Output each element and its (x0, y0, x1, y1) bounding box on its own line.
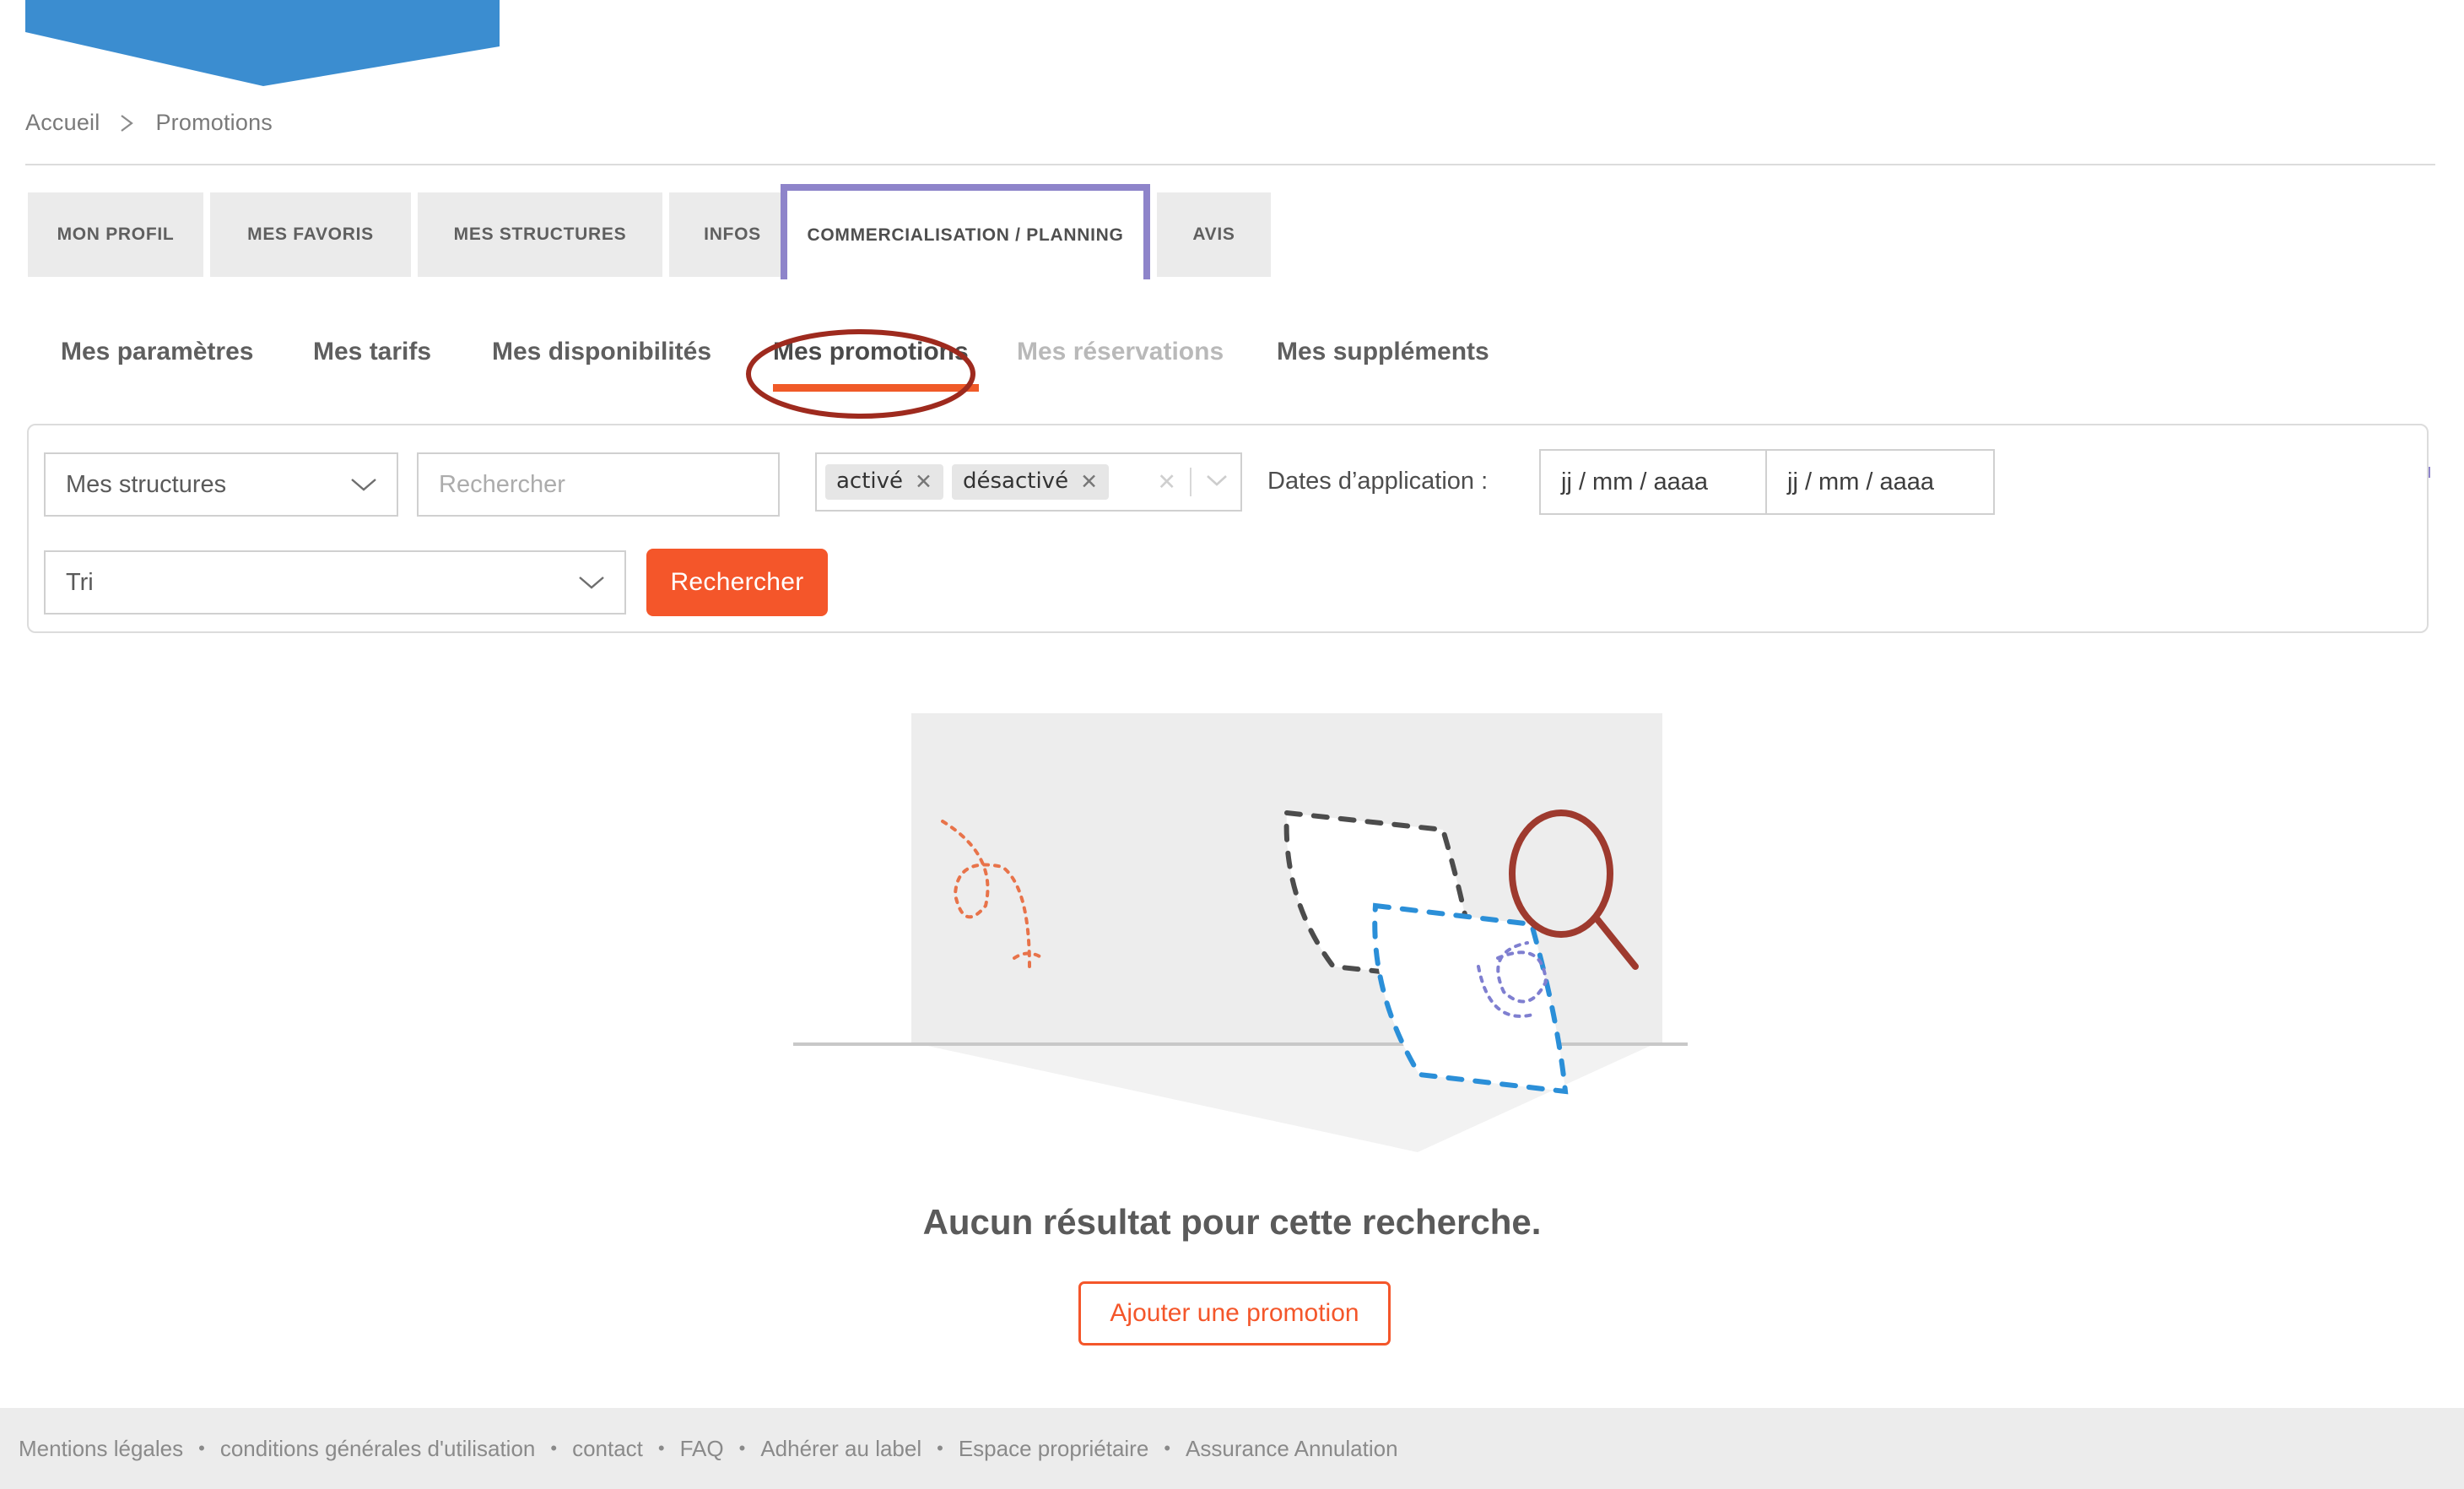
footer-link-contact[interactable]: contact (572, 1436, 643, 1462)
tab-avis[interactable]: AVIS (1157, 192, 1271, 277)
footer-link-faq[interactable]: FAQ (680, 1436, 724, 1462)
date-to-input[interactable]: jj / mm / aaaa (1767, 449, 1995, 515)
date-to-placeholder: jj / mm / aaaa (1787, 468, 1935, 495)
subnav-item-mes-parametres[interactable]: Mes paramètres (61, 338, 253, 366)
chevron-down-icon (577, 574, 606, 591)
search-button[interactable]: Rechercher (646, 549, 828, 616)
subnav-label: Mes paramètres (61, 338, 254, 365)
separator: • (1164, 1438, 1171, 1459)
tab-label: MES STRUCTURES (453, 225, 627, 244)
subnav-item-mes-supplements[interactable]: Mes suppléments (1277, 338, 1489, 366)
status-chip-active[interactable]: activé ✕ (825, 464, 943, 500)
add-promotion-button[interactable]: Ajouter une promotion (1078, 1281, 1391, 1346)
chip-label: activé (836, 468, 904, 494)
tab-infos[interactable]: INFOS (669, 192, 796, 277)
tab-label: AVIS (1192, 225, 1235, 244)
footer-link-assurance-annulation[interactable]: Assurance Annulation (1186, 1436, 1398, 1462)
breadcrumb-item-promotions[interactable]: Promotions (155, 110, 273, 136)
tab-mon-profil[interactable]: MON PROFIL (28, 192, 203, 277)
search-input[interactable]: Rechercher (417, 452, 780, 517)
tab-label: INFOS (704, 225, 761, 244)
page-root: Accueil Promotions MON PROFIL MES FAVORI… (0, 0, 2464, 1489)
sort-select[interactable]: Tri (44, 550, 626, 615)
subnav-label: Mes suppléments (1277, 338, 1489, 365)
no-results-illustration (793, 713, 1688, 1152)
separator: • (738, 1438, 746, 1459)
status-chip-inactive[interactable]: désactivé ✕ (951, 464, 1110, 500)
subnav-item-mes-reservations: Mes réservations (1017, 338, 1224, 366)
separator: • (657, 1438, 665, 1459)
footer-links: Mentions légales • conditions générales … (0, 1436, 1398, 1462)
subnav-label: Mes disponibilités (492, 338, 712, 365)
breadcrumb: Accueil Promotions (25, 110, 273, 136)
multiselect-tools: ✕ (1157, 468, 1229, 496)
search-input-placeholder: Rechercher (439, 470, 565, 498)
separator: • (550, 1438, 558, 1459)
footer-link-espace-proprietaire[interactable]: Espace propriétaire (959, 1436, 1148, 1462)
dates-label: Dates d’application : (1267, 468, 1489, 495)
close-icon[interactable]: ✕ (1080, 471, 1098, 492)
chevron-down-icon (349, 476, 378, 493)
footer-link-mentions-legales[interactable]: Mentions légales (19, 1436, 183, 1462)
subnav-label: Mes réservations (1017, 338, 1224, 365)
status-multiselect[interactable]: activé ✕ désactivé ✕ ✕ (815, 452, 1242, 512)
structures-select-value: Mes structures (66, 470, 227, 498)
sort-select-value: Tri (66, 568, 94, 596)
subnav-item-mes-tarifs[interactable]: Mes tarifs (313, 338, 431, 366)
secondary-nav: Mes paramètres Mes tarifs Mes disponibil… (0, 338, 2464, 414)
tab-mes-structures[interactable]: MES STRUCTURES (418, 192, 662, 277)
footer-link-adherer-au-label[interactable]: Adhérer au label (760, 1436, 921, 1462)
annotation-ellipse-icon (746, 329, 975, 419)
filter-panel: Mes structures Rechercher activé ✕ désac… (27, 424, 2429, 633)
breadcrumb-divider (25, 164, 2435, 165)
tab-label: MON PROFIL (57, 225, 175, 244)
empty-state-title: Aucun résultat pour cette recherche. (922, 1202, 1542, 1242)
chevron-down-icon[interactable] (1205, 473, 1229, 492)
separator: • (198, 1438, 205, 1459)
close-icon[interactable]: ✕ (915, 471, 932, 492)
subnav-item-mes-disponibilites[interactable]: Mes disponibilités (492, 338, 711, 366)
date-from-input[interactable]: jj / mm / aaaa (1539, 449, 1767, 515)
brand-banner (25, 0, 500, 86)
divider (1190, 468, 1191, 496)
tab-commercialisation-planning[interactable]: COMMERCIALISATION / PLANNING (781, 184, 1150, 279)
clear-icon[interactable]: ✕ (1157, 471, 1176, 494)
tab-label: COMMERCIALISATION / PLANNING (807, 225, 1124, 245)
tab-label: MES FAVORIS (247, 225, 374, 244)
primary-tabbar: MON PROFIL MES FAVORIS MES STRUCTURES IN… (0, 184, 2464, 478)
footer: Mentions légales • conditions générales … (0, 1408, 2464, 1489)
chevron-right-icon (118, 111, 137, 135)
tab-mes-favoris[interactable]: MES FAVORIS (210, 192, 411, 277)
separator: • (937, 1438, 943, 1459)
footer-link-cgu[interactable]: conditions générales d'utilisation (220, 1436, 536, 1462)
structures-select[interactable]: Mes structures (44, 452, 398, 517)
breadcrumb-item-accueil[interactable]: Accueil (25, 110, 100, 136)
subnav-label: Mes tarifs (313, 338, 432, 365)
date-from-placeholder: jj / mm / aaaa (1561, 468, 1709, 495)
chip-label: désactivé (962, 468, 1069, 494)
